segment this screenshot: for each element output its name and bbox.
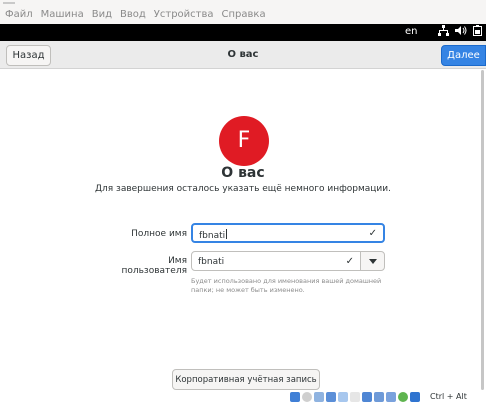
system-tray[interactable]	[438, 25, 486, 36]
vbox-menu: Файл Машина Вид Ввод Устройства Справка	[0, 9, 274, 24]
cpu-icon[interactable]	[386, 392, 396, 402]
status-icons	[290, 392, 422, 402]
volume-icon	[455, 26, 467, 35]
check-icon: ✓	[368, 228, 377, 239]
enterprise-login-button[interactable]: Корпоративная учётная запись	[172, 369, 320, 390]
full-name-field[interactable]: fbnati ✓	[191, 223, 385, 243]
network-adapter-icon[interactable]	[326, 392, 336, 402]
optical-drive-icon[interactable]	[302, 392, 312, 402]
check-icon: ✓	[345, 256, 354, 267]
chevron-down-icon	[369, 259, 377, 264]
vbox-menubar: Файл Машина Вид Ввод Устройства Справка	[0, 0, 486, 24]
shared-folder-icon[interactable]	[350, 392, 360, 402]
header-title: О вас	[227, 49, 259, 60]
menu-machine[interactable]: Машина	[41, 9, 84, 20]
hard-disk-icon[interactable]	[290, 392, 300, 402]
page-title: О вас	[221, 165, 265, 181]
scrollbar[interactable]	[481, 70, 484, 390]
full-name-value: fbnati	[199, 231, 226, 241]
host-key-label: Ctrl + Alt	[430, 392, 467, 401]
gnome-topbar: en	[0, 24, 486, 41]
display-icon[interactable]	[362, 392, 372, 402]
keyboard-capture-icon[interactable]	[410, 392, 420, 402]
page-subtitle: Для завершения осталось указать ещё немн…	[94, 184, 391, 194]
full-name-text: fbnati	[199, 229, 228, 241]
menu-devices[interactable]: Устройства	[154, 9, 214, 20]
menu-help[interactable]: Справка	[222, 9, 266, 20]
text-cursor	[226, 229, 228, 239]
mouse-integration-icon[interactable]	[398, 392, 408, 402]
vbox-statusbar: Ctrl + Alt	[0, 390, 486, 405]
vbox-app-icon	[3, 0, 15, 4]
menu-view[interactable]: Вид	[92, 9, 112, 20]
recording-icon[interactable]	[374, 392, 384, 402]
keyboard-layout-indicator[interactable]: en	[405, 26, 418, 37]
avatar[interactable]: F	[219, 116, 269, 166]
usb-icon[interactable]	[338, 392, 348, 402]
menu-input[interactable]: Ввод	[120, 9, 146, 20]
battery-icon	[473, 25, 482, 36]
username-value: fbnati	[198, 257, 225, 267]
username-field[interactable]: fbnati ✓	[191, 251, 361, 271]
username-label: Имя пользователя	[121, 256, 187, 276]
username-dropdown-button[interactable]	[360, 251, 385, 271]
full-name-label: Полное имя	[131, 229, 187, 239]
audio-icon[interactable]	[314, 392, 324, 402]
menu-file[interactable]: Файл	[5, 9, 33, 20]
next-button[interactable]: Далее	[441, 45, 486, 66]
username-hint: Будет использовано для именования вашей …	[191, 277, 382, 294]
network-icon	[438, 25, 449, 36]
header-bar: Назад О вас Далее	[0, 41, 486, 69]
